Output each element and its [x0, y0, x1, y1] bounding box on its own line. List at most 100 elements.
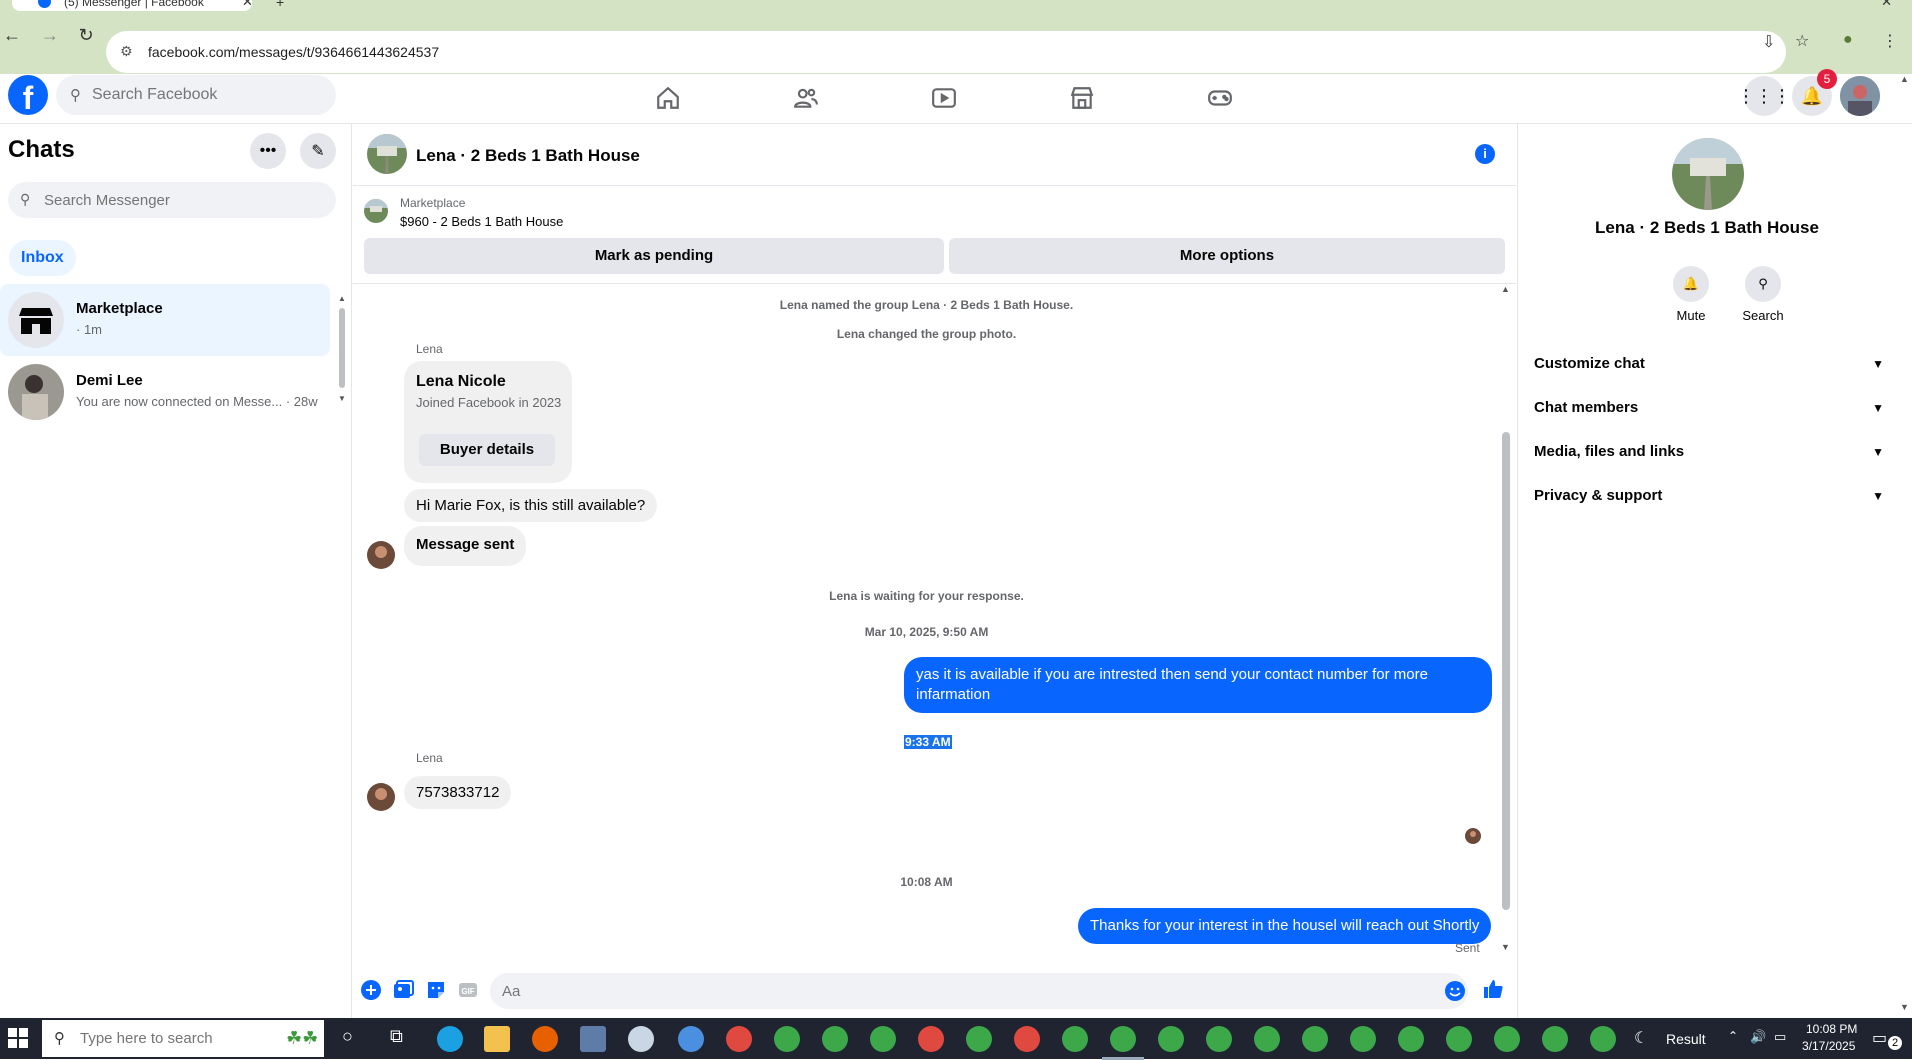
photo-icon[interactable] — [392, 979, 414, 1001]
chrome-icon[interactable] — [774, 1026, 800, 1052]
sidebar-scroll-thumb[interactable] — [339, 308, 345, 388]
scroll-down-icon[interactable]: ▼ — [1900, 1002, 1909, 1012]
clock-date[interactable]: 3/17/2025 — [1802, 1039, 1855, 1053]
scroll-up-icon[interactable]: ▲ — [1900, 74, 1909, 84]
firefox-icon[interactable] — [532, 1026, 558, 1052]
account-avatar[interactable] — [1840, 76, 1880, 116]
close-tab-icon[interactable]: ✕ — [242, 0, 253, 10]
chrome-icon[interactable] — [1158, 1026, 1184, 1052]
message-bubble-outgoing[interactable]: yas it is available if you are intrested… — [904, 657, 1492, 713]
messenger-search-input[interactable] — [44, 182, 324, 218]
chrome-icon-active[interactable] — [1102, 1026, 1144, 1060]
browser-menu-icon[interactable]: ⋮ — [1882, 31, 1898, 51]
page-scrollbar[interactable]: ▲ ▼ — [1896, 74, 1912, 1018]
chrome-icon[interactable] — [1062, 1026, 1088, 1052]
message-bubble-incoming[interactable]: Hi Marie Fox, is this still available? — [404, 489, 658, 522]
back-icon[interactable]: ← — [2, 25, 22, 46]
task-view-icon[interactable]: ⧉ — [390, 1026, 403, 1047]
chrome-icon[interactable] — [1014, 1026, 1040, 1052]
windows-start-icon[interactable] — [8, 1028, 28, 1048]
taskbar-search-input[interactable] — [80, 1020, 280, 1057]
scroll-down-icon[interactable]: ▼ — [1501, 942, 1510, 952]
chat-item-marketplace[interactable]: Marketplace · 1m — [0, 284, 330, 356]
conversation-scrollbar[interactable]: ▲ ▼ — [1499, 284, 1513, 956]
profile-icon[interactable]: ● — [1843, 31, 1853, 49]
nav-marketplace[interactable] — [1027, 74, 1137, 122]
inbox-filter-tab[interactable]: Inbox — [9, 240, 76, 276]
scroll-up-icon[interactable]: ▲ — [1501, 284, 1510, 294]
chrome-icon[interactable] — [726, 1026, 752, 1052]
facebook-search-input[interactable] — [92, 75, 322, 115]
message-bubble-incoming[interactable]: 7573833712 — [404, 776, 512, 809]
customize-chat-section[interactable]: Customize chat ▼ — [1534, 346, 1884, 382]
chrome-icon[interactable] — [870, 1026, 896, 1052]
url-box[interactable]: ⚙ facebook.com/messages/t/93646614436245… — [106, 31, 1786, 73]
chat-members-section[interactable]: Chat members ▼ — [1534, 390, 1884, 426]
nav-gaming[interactable] — [1165, 74, 1275, 122]
taskbar-search[interactable]: ⚲ ☘☘ — [42, 1020, 324, 1057]
menu-button[interactable]: ⋮⋮⋮ — [1737, 76, 1791, 116]
chrome-icon[interactable] — [1206, 1026, 1232, 1052]
message-bubble-incoming[interactable]: Message sent — [404, 526, 527, 566]
group-photo[interactable] — [1672, 138, 1744, 210]
plus-circle-icon[interactable] — [360, 979, 382, 1001]
app-icon[interactable] — [580, 1026, 606, 1052]
weather-icon[interactable]: ☾ — [1634, 1028, 1648, 1048]
media-files-links-section[interactable]: Media, files and links ▼ — [1534, 434, 1884, 470]
chrome-icon[interactable] — [1542, 1026, 1568, 1052]
forward-icon[interactable]: → — [40, 25, 60, 46]
chrome-icon[interactable] — [1446, 1026, 1472, 1052]
chrome-icon[interactable] — [1398, 1026, 1424, 1052]
mark-as-pending-button[interactable]: Mark as pending — [364, 238, 944, 274]
mute-button[interactable]: 🔔 Mute — [1661, 266, 1721, 323]
facebook-search[interactable]: ⚲ — [56, 75, 336, 115]
emoji-icon[interactable] — [1444, 980, 1466, 1002]
chrome-icon[interactable] — [1302, 1026, 1328, 1052]
nav-friends[interactable] — [751, 74, 861, 122]
install-app-icon[interactable]: ⇩ — [1762, 32, 1775, 52]
nav-home[interactable] — [613, 74, 723, 122]
browser-tab[interactable]: (5) Messenger | Facebook ✕ — [12, 0, 253, 11]
chrome-icon[interactable] — [918, 1026, 944, 1052]
chrome-icon[interactable] — [678, 1026, 704, 1052]
info-icon[interactable]: i — [1475, 144, 1495, 164]
cortana-icon[interactable]: ○ — [342, 1026, 353, 1047]
app-icon[interactable] — [628, 1026, 654, 1052]
chrome-icon[interactable] — [966, 1026, 992, 1052]
clock-time[interactable]: 10:08 PM — [1806, 1022, 1857, 1036]
message-bubble-outgoing[interactable]: Thanks for your interest in the housel w… — [1078, 908, 1492, 944]
chrome-icon[interactable] — [822, 1026, 848, 1052]
action-center-icon[interactable]: ▭ — [1872, 1028, 1887, 1048]
gif-icon[interactable]: GIF — [457, 979, 479, 1001]
new-message-button[interactable]: ✎ — [300, 133, 336, 169]
url-text[interactable]: facebook.com/messages/t/9364661443624537 — [148, 44, 439, 60]
network-icon[interactable]: ▭ — [1774, 1029, 1786, 1045]
chat-item-demi-lee[interactable]: Demi Lee You are now connected on Messe.… — [0, 356, 330, 428]
window-close-icon[interactable]: ✕ — [1881, 0, 1892, 10]
search-conversation-button[interactable]: ⚲ Search — [1733, 266, 1793, 323]
reload-icon[interactable]: ↻ — [76, 25, 96, 46]
thumbs-up-icon[interactable] — [1482, 978, 1504, 1000]
more-options-button[interactable]: More options — [949, 238, 1505, 274]
scroll-down-icon[interactable]: ▼ — [338, 394, 346, 403]
chevron-up-icon[interactable]: ⌃ — [1728, 1029, 1738, 1043]
listing-thumbnail[interactable] — [364, 199, 388, 223]
buyer-details-button[interactable]: Buyer details — [419, 434, 555, 466]
site-info-icon[interactable]: ⚙ — [120, 43, 133, 60]
chrome-icon[interactable] — [1590, 1026, 1616, 1052]
chrome-icon[interactable] — [1350, 1026, 1376, 1052]
new-tab-icon[interactable]: + — [276, 0, 284, 10]
sticker-icon[interactable] — [425, 979, 447, 1001]
lena-avatar[interactable] — [367, 541, 395, 569]
file-explorer-icon[interactable] — [484, 1026, 510, 1052]
chrome-icon[interactable] — [1254, 1026, 1280, 1052]
messenger-search[interactable]: ⚲ — [8, 182, 336, 218]
conversation-scroll-thumb[interactable] — [1502, 432, 1510, 910]
chat-options-button[interactable]: ••• — [250, 133, 286, 169]
edge-icon[interactable] — [437, 1026, 463, 1052]
privacy-support-section[interactable]: Privacy & support ▼ — [1534, 478, 1884, 514]
listing-title[interactable]: $960 - 2 Beds 1 Bath House — [400, 214, 563, 229]
bookmark-star-icon[interactable]: ☆ — [1795, 31, 1809, 51]
conversation-avatar[interactable] — [367, 134, 407, 174]
chrome-icon[interactable] — [1494, 1026, 1520, 1052]
